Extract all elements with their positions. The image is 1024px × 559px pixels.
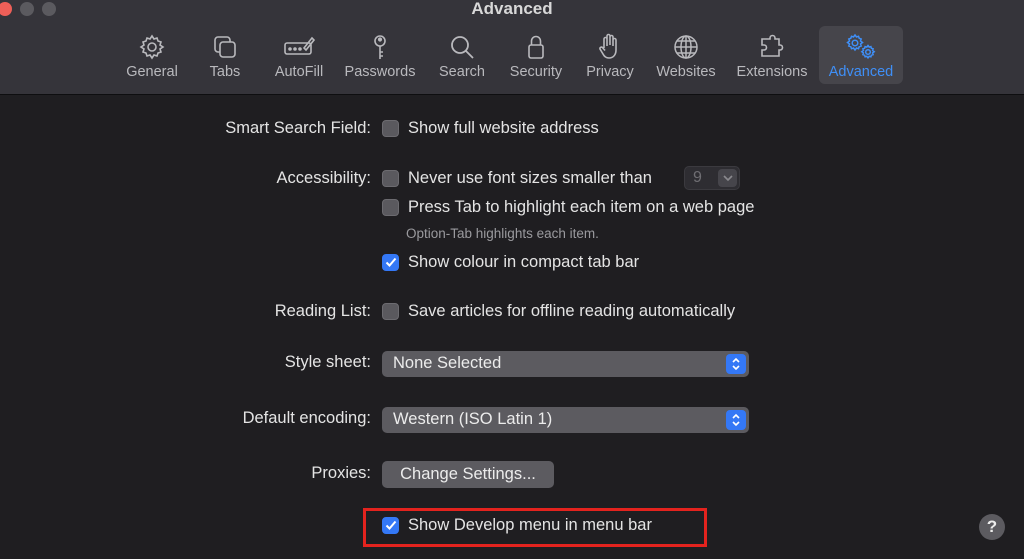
style-sheet-label: Style sheet: xyxy=(284,353,371,371)
puzzle-icon xyxy=(761,34,784,57)
min-font-size-option[interactable]: Never use font sizes smaller than xyxy=(382,169,652,188)
option-label: Press Tab to highlight each item on a we… xyxy=(408,198,755,216)
option-label: Show colour in compact tab bar xyxy=(408,253,640,271)
compact-tab-colour-option[interactable]: Show colour in compact tab bar xyxy=(382,253,639,272)
reading-list-label: Reading List: xyxy=(274,302,371,320)
accessibility-label: Accessibility: xyxy=(276,169,371,187)
style-sheet-value: None Selected xyxy=(393,354,502,372)
autofill-icon xyxy=(284,36,316,55)
min-font-size-select[interactable]: 9 xyxy=(684,166,740,190)
show-full-address-checkbox[interactable] xyxy=(382,120,399,137)
tab-general[interactable]: General xyxy=(118,26,186,84)
tab-highlight-option[interactable]: Press Tab to highlight each item on a we… xyxy=(382,198,754,217)
compact-tab-colour-checkbox[interactable] xyxy=(382,254,399,271)
preferences-toolbar: General Tabs AutoFill Passwords Search S… xyxy=(0,26,1024,86)
search-icon xyxy=(451,36,474,59)
encoding-select[interactable]: Western (ISO Latin 1) xyxy=(382,407,749,433)
tab-label: General xyxy=(126,64,178,80)
key-icon xyxy=(374,35,386,59)
gear-icon xyxy=(139,34,165,60)
updown-chevron-icon xyxy=(726,354,746,374)
tab-label: Advanced xyxy=(828,64,894,80)
proxies-label: Proxies: xyxy=(311,464,371,482)
updown-chevron-icon xyxy=(726,410,746,430)
tab-websites[interactable]: Websites xyxy=(652,26,720,84)
tab-label: Extensions xyxy=(736,64,808,80)
tab-tabs[interactable]: Tabs xyxy=(200,26,250,84)
offline-reading-checkbox[interactable] xyxy=(382,303,399,320)
tab-autofill[interactable]: AutoFill xyxy=(266,26,332,84)
tab-extensions[interactable]: Extensions xyxy=(734,26,810,84)
option-label: Show full website address xyxy=(408,119,599,137)
chevron-down-icon xyxy=(718,169,737,187)
tab-search[interactable]: Search xyxy=(434,26,490,84)
tab-security[interactable]: Security xyxy=(504,26,568,84)
tabs-icon xyxy=(214,36,236,58)
encoding-label: Default encoding: xyxy=(242,409,371,427)
lock-icon xyxy=(528,35,544,59)
encoding-value: Western (ISO Latin 1) xyxy=(393,410,553,428)
tab-label: AutoFill xyxy=(274,64,324,80)
hand-icon xyxy=(599,33,617,59)
tab-passwords[interactable]: Passwords xyxy=(340,26,420,84)
tab-label: Websites xyxy=(656,64,716,80)
option-label: Never use font sizes smaller than xyxy=(408,169,652,187)
window-title: Advanced xyxy=(471,0,553,18)
tab-highlight-hint: Option-Tab highlights each item. xyxy=(406,226,599,241)
gears-icon xyxy=(846,33,876,60)
option-label: Save articles for offline reading automa… xyxy=(408,302,736,320)
globe-icon xyxy=(674,35,698,59)
change-settings-button[interactable]: Change Settings... xyxy=(382,461,554,488)
tab-label: Privacy xyxy=(586,64,634,80)
min-font-size-checkbox[interactable] xyxy=(382,170,399,187)
tab-privacy[interactable]: Privacy xyxy=(582,26,638,84)
tab-label: Passwords xyxy=(344,64,416,80)
help-button[interactable]: ? xyxy=(979,514,1005,540)
smart-search-label: Smart Search Field: xyxy=(225,119,371,137)
tab-highlight-checkbox[interactable] xyxy=(382,199,399,216)
window-titlebar: Advanced General Tabs AutoFill Passwords… xyxy=(0,0,1024,95)
annotation-highlight-box xyxy=(363,508,707,547)
style-sheet-select[interactable]: None Selected xyxy=(382,351,749,377)
show-full-address-option[interactable]: Show full website address xyxy=(382,119,599,138)
tab-advanced[interactable]: Advanced xyxy=(819,26,903,84)
offline-reading-option[interactable]: Save articles for offline reading automa… xyxy=(382,302,735,321)
tab-label: Tabs xyxy=(209,64,241,80)
tab-label: Security xyxy=(509,64,563,80)
min-font-size-value: 9 xyxy=(693,169,702,186)
checkmark-icon xyxy=(385,257,396,267)
tab-label: Search xyxy=(439,64,485,80)
